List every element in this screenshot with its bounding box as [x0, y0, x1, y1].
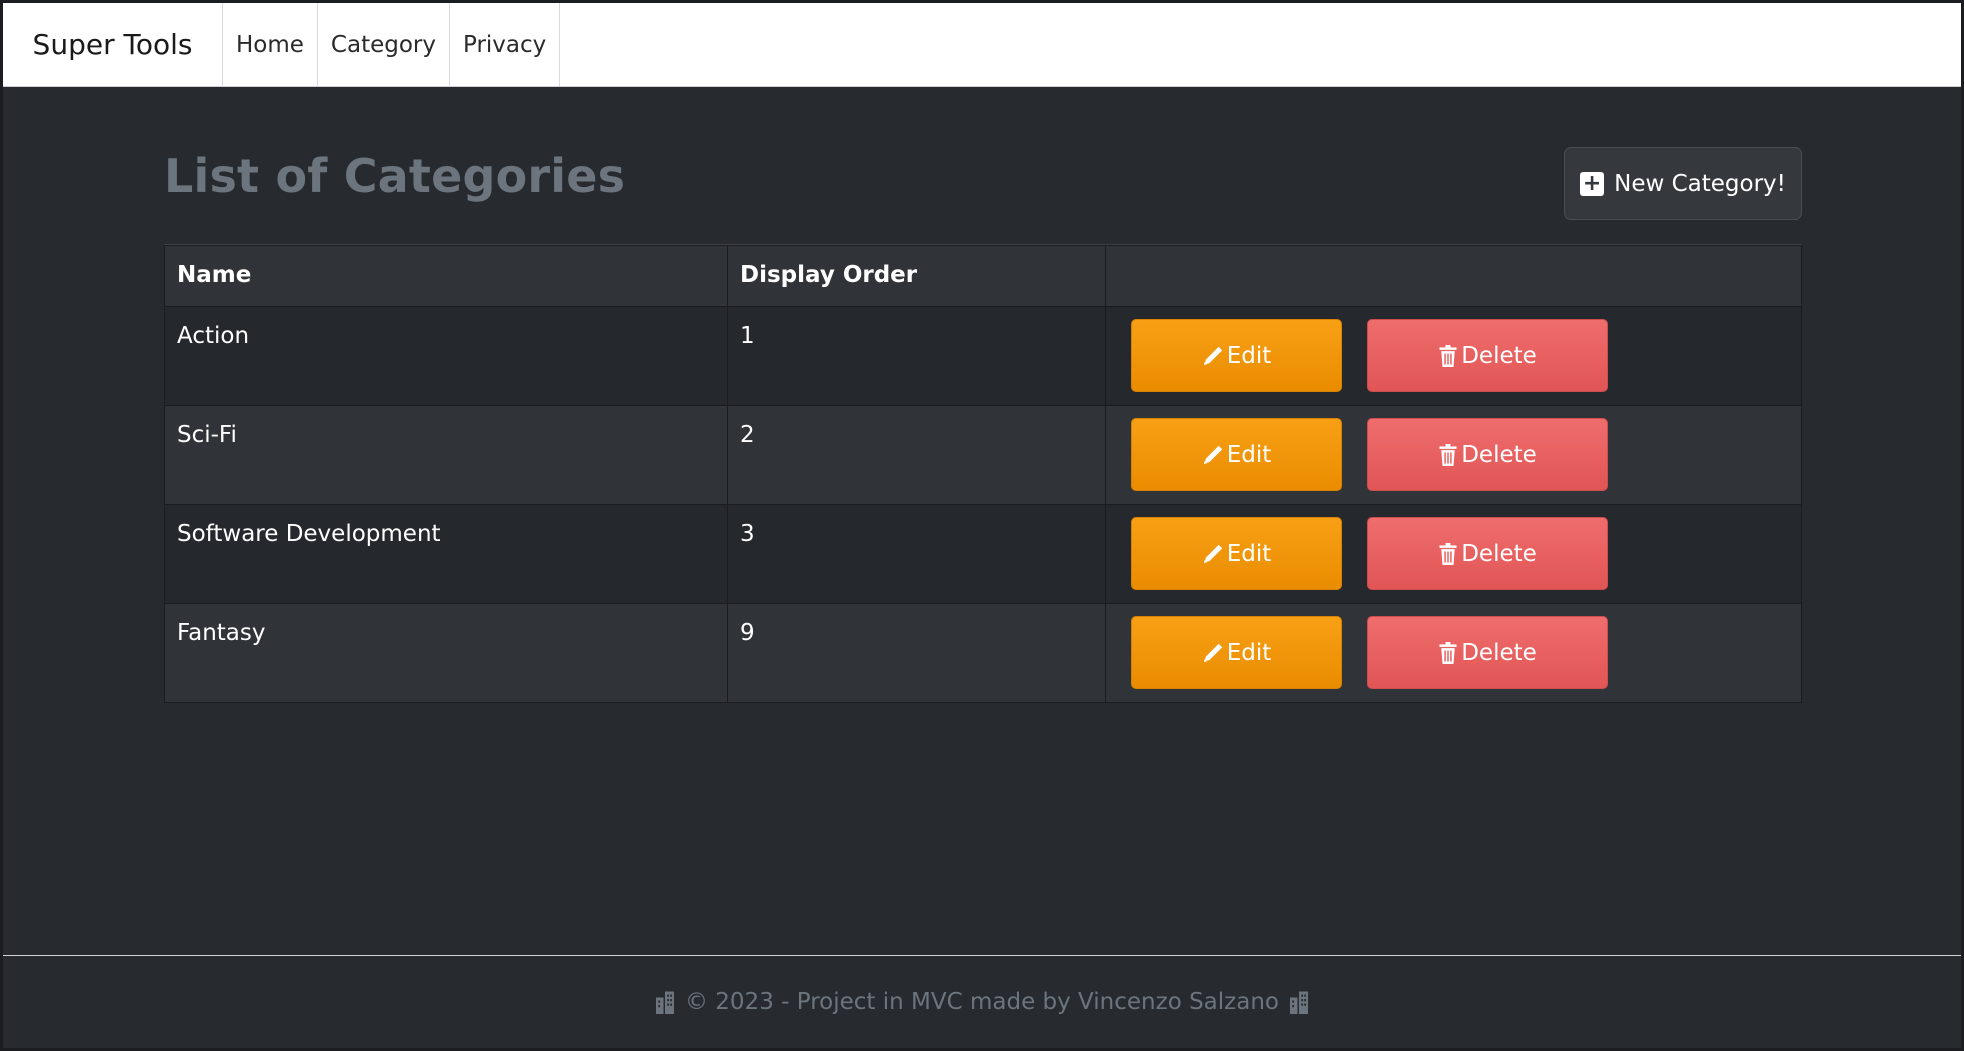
- trash-icon: [1439, 344, 1457, 367]
- cell-actions: Edit Delete: [1105, 306, 1802, 406]
- footer: © 2023 - Project in MVC made by Vincenzo…: [3, 956, 1961, 1048]
- delete-button[interactable]: Delete: [1367, 319, 1608, 392]
- footer-text: © 2023 - Project in MVC made by Vincenzo…: [684, 989, 1279, 1015]
- cell-order: 2: [727, 405, 1106, 505]
- cell-actions: Edit Delete: [1105, 504, 1802, 604]
- header-name: Name: [164, 245, 728, 307]
- delete-label: Delete: [1461, 639, 1537, 666]
- pencil-icon: [1203, 643, 1222, 662]
- trash-icon: [1439, 641, 1457, 664]
- edit-button[interactable]: Edit: [1131, 616, 1342, 689]
- cell-name: Software Development: [164, 504, 728, 604]
- table-row: Action 1 Edit Delete: [164, 306, 1802, 406]
- navbar: Super Tools Home Category Privacy: [3, 3, 1961, 87]
- edit-button[interactable]: Edit: [1131, 418, 1342, 491]
- cell-name: Fantasy: [164, 603, 728, 703]
- edit-button[interactable]: Edit: [1131, 319, 1342, 392]
- page-title: List of Categories: [164, 149, 626, 203]
- table-header-row: Name Display Order: [164, 245, 1802, 307]
- pencil-icon: [1203, 445, 1222, 464]
- pencil-icon: [1203, 346, 1222, 365]
- cell-order: 9: [727, 603, 1106, 703]
- header-actions: [1105, 245, 1802, 307]
- categories-table: Name Display Order Action 1 Edit Delete: [164, 245, 1802, 703]
- nav-item-privacy[interactable]: Privacy: [450, 3, 561, 86]
- delete-button[interactable]: Delete: [1367, 616, 1608, 689]
- cell-actions: Edit Delete: [1105, 603, 1802, 703]
- nav-item-category[interactable]: Category: [318, 3, 450, 86]
- navbar-brand[interactable]: Super Tools: [3, 3, 223, 86]
- table-row: Software Development 3 Edit Delete: [164, 504, 1802, 604]
- cell-order: 1: [727, 306, 1106, 406]
- edit-button[interactable]: Edit: [1131, 517, 1342, 590]
- cell-name: Action: [164, 306, 728, 406]
- cell-actions: Edit Delete: [1105, 405, 1802, 505]
- nav-item-home[interactable]: Home: [223, 3, 318, 86]
- delete-button[interactable]: Delete: [1367, 517, 1608, 590]
- delete-label: Delete: [1461, 540, 1537, 567]
- delete-label: Delete: [1461, 342, 1537, 369]
- edit-label: Edit: [1226, 639, 1272, 666]
- building-icon: [655, 991, 674, 1014]
- table-row: Sci-Fi 2 Edit Delete: [164, 405, 1802, 505]
- edit-label: Edit: [1226, 540, 1272, 567]
- new-category-button[interactable]: + New Category!: [1564, 147, 1802, 220]
- cell-name: Sci-Fi: [164, 405, 728, 505]
- trash-icon: [1439, 443, 1457, 466]
- header-display-order: Display Order: [727, 245, 1106, 307]
- edit-label: Edit: [1226, 342, 1272, 369]
- delete-button[interactable]: Delete: [1367, 418, 1608, 491]
- plus-square-icon: +: [1580, 171, 1605, 196]
- table-row: Fantasy 9 Edit Delete: [164, 603, 1802, 703]
- cell-order: 3: [727, 504, 1106, 604]
- new-category-label: New Category!: [1614, 170, 1786, 197]
- delete-label: Delete: [1461, 441, 1537, 468]
- building-icon: [1290, 991, 1308, 1014]
- trash-icon: [1439, 542, 1457, 565]
- pencil-icon: [1203, 544, 1222, 563]
- edit-label: Edit: [1226, 441, 1272, 468]
